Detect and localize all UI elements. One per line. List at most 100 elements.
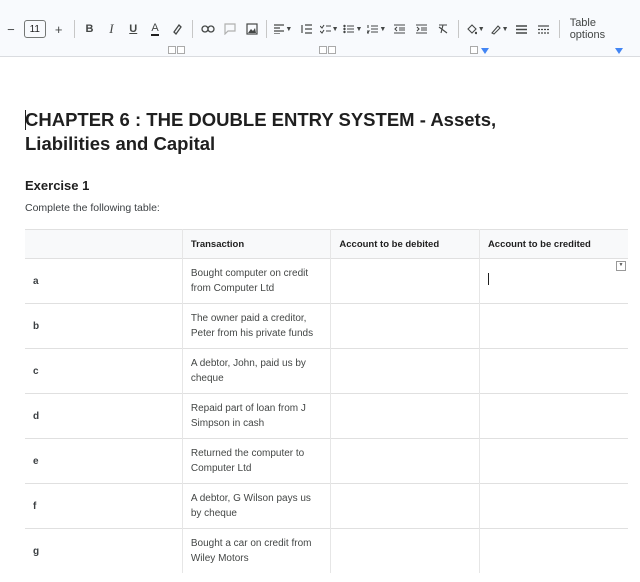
formatting-toolbar: − 11 + B I U A ▼ ▼ ▼ ▼ ▼ ▼ Table options	[0, 0, 640, 57]
highlight-color-button[interactable]	[166, 17, 188, 41]
credited-account-cell[interactable]: ▼	[479, 258, 628, 304]
numbered-list-dropdown[interactable]: ▼	[365, 17, 389, 41]
transaction-cell[interactable]: Repaid part of loan from J Simpson in ca…	[182, 393, 332, 439]
ruler-column-marker[interactable]	[177, 46, 185, 54]
debited-account-cell[interactable]	[330, 258, 480, 304]
row-label-cell[interactable]: a	[25, 258, 183, 304]
ruler-column-marker[interactable]	[328, 46, 336, 54]
fill-color-icon	[466, 23, 477, 34]
font-size-input[interactable]: 11	[23, 20, 46, 38]
decrease-font-size-button[interactable]: −	[0, 17, 22, 41]
indent-marker-icon[interactable]	[481, 48, 489, 54]
transaction-cell[interactable]: A debtor, John, paid us by cheque	[182, 348, 332, 394]
header-cell-transaction[interactable]: Transaction	[182, 229, 332, 259]
border-dash-button[interactable]	[533, 17, 555, 41]
bulleted-list-dropdown[interactable]: ▼	[341, 17, 365, 41]
chevron-down-icon: ▼	[285, 25, 293, 33]
transaction-cell[interactable]: The owner paid a creditor, Peter from hi…	[182, 303, 332, 349]
bold-button[interactable]: B	[79, 17, 101, 41]
debited-account-cell[interactable]	[330, 393, 480, 439]
checklist-icon	[319, 24, 331, 34]
increase-indent-icon	[415, 24, 427, 34]
row-label-cell[interactable]: g	[25, 528, 183, 573]
credited-account-cell[interactable]	[479, 483, 628, 529]
debited-account-cell[interactable]	[330, 303, 480, 349]
cell-background-dropdown[interactable]: ▼	[463, 17, 487, 41]
debited-account-cell[interactable]	[330, 528, 480, 573]
ruler-column-marker[interactable]	[168, 46, 176, 54]
table-row: fA debtor, G Wilson pays us by cheque	[25, 483, 628, 529]
row-label-cell[interactable]: f	[25, 483, 183, 529]
ruler-column-marker[interactable]	[470, 46, 478, 54]
transaction-cell[interactable]: Bought computer on credit from Computer …	[182, 258, 332, 304]
table-row: b The owner paid a creditor, Peter from h…	[25, 303, 628, 349]
add-comment-button[interactable]	[219, 17, 241, 41]
toolbar-row: − 11 + B I U A ▼ ▼ ▼ ▼ ▼ ▼ Table options	[0, 17, 640, 41]
toolbar-divider	[458, 20, 460, 38]
table-header-row: Transaction Account to be debited Accoun…	[25, 229, 628, 259]
clear-formatting-button[interactable]	[432, 17, 454, 41]
text-color-icon: A	[151, 21, 159, 36]
ruler	[0, 44, 640, 56]
table-options-button[interactable]: Table options	[564, 17, 640, 41]
line-spacing-button[interactable]	[295, 17, 317, 41]
header-cell-debited[interactable]: Account to be debited	[330, 229, 480, 259]
instruction-text: Complete the following table:	[25, 202, 160, 214]
increase-font-size-button[interactable]: +	[48, 17, 70, 41]
image-icon	[245, 23, 258, 35]
clear-formatting-icon	[439, 24, 448, 34]
line-spacing-icon	[301, 24, 313, 34]
transaction-cell[interactable]: Returned the computer to Computer Ltd	[182, 438, 332, 484]
bulleted-list-icon	[343, 24, 355, 34]
chevron-down-icon: ▼	[501, 25, 509, 33]
chapter-heading: CHAPTER 6 : THE DOUBLE ENTRY SYSTEM - As…	[25, 109, 497, 154]
right-margin-marker-icon[interactable]	[615, 48, 623, 54]
checklist-dropdown[interactable]: ▼	[317, 17, 341, 41]
italic-button[interactable]: I	[100, 17, 122, 41]
chevron-down-icon: ▼	[477, 25, 485, 33]
chevron-down-icon: ▼	[355, 25, 363, 33]
transaction-cell[interactable]: Bought a car on credit from Wiley Motors	[182, 528, 332, 573]
debited-account-cell[interactable]	[330, 483, 480, 529]
transactions-table: Transaction Account to be debited Accoun…	[25, 229, 628, 573]
link-icon	[201, 25, 215, 33]
insert-image-button[interactable]	[241, 17, 263, 41]
border-color-dropdown[interactable]: ▼	[487, 17, 511, 41]
decrease-indent-icon	[394, 24, 406, 34]
border-color-icon	[490, 24, 501, 35]
text-color-button[interactable]: A	[144, 17, 166, 41]
credited-account-cell[interactable]	[479, 348, 628, 394]
underline-button[interactable]: U	[122, 17, 144, 41]
align-dropdown[interactable]: ▼	[271, 17, 295, 41]
row-label-cell[interactable]: d	[25, 393, 183, 439]
row-label-cell[interactable]: b	[25, 303, 183, 349]
align-left-icon	[274, 24, 285, 34]
toolbar-divider	[558, 20, 560, 38]
insert-link-button[interactable]	[197, 17, 219, 41]
border-width-button[interactable]	[511, 17, 533, 41]
table-row: e Returned the computer to Computer Ltd	[25, 438, 628, 484]
comment-icon	[224, 23, 236, 35]
increase-indent-button[interactable]	[411, 17, 433, 41]
border-dash-icon	[538, 24, 550, 34]
header-cell-credited[interactable]: Account to be credited	[479, 229, 628, 259]
cell-menu-chevron-icon[interactable]: ▼	[616, 261, 626, 271]
debited-account-cell[interactable]	[330, 438, 480, 484]
transaction-cell[interactable]: A debtor, G Wilson pays us by cheque	[182, 483, 332, 529]
table-row: a Bought computer on credit from Computer…	[25, 258, 628, 304]
decrease-indent-button[interactable]	[389, 17, 411, 41]
ruler-column-marker[interactable]	[319, 46, 327, 54]
credited-account-cell[interactable]	[479, 393, 628, 439]
row-label-cell[interactable]: c	[25, 348, 183, 394]
table-row: cA debtor, John, paid us by cheque	[25, 348, 628, 394]
table-row: d Repaid part of loan from J Simpson in c…	[25, 393, 628, 439]
credited-account-cell[interactable]	[479, 438, 628, 484]
border-width-icon	[516, 24, 528, 34]
row-label-cell[interactable]: e	[25, 438, 183, 484]
header-cell-blank[interactable]	[25, 229, 183, 259]
debited-account-cell[interactable]	[330, 348, 480, 394]
toolbar-divider	[266, 20, 268, 38]
credited-account-cell[interactable]	[479, 303, 628, 349]
chevron-down-icon: ▼	[379, 25, 387, 33]
credited-account-cell[interactable]	[479, 528, 628, 573]
